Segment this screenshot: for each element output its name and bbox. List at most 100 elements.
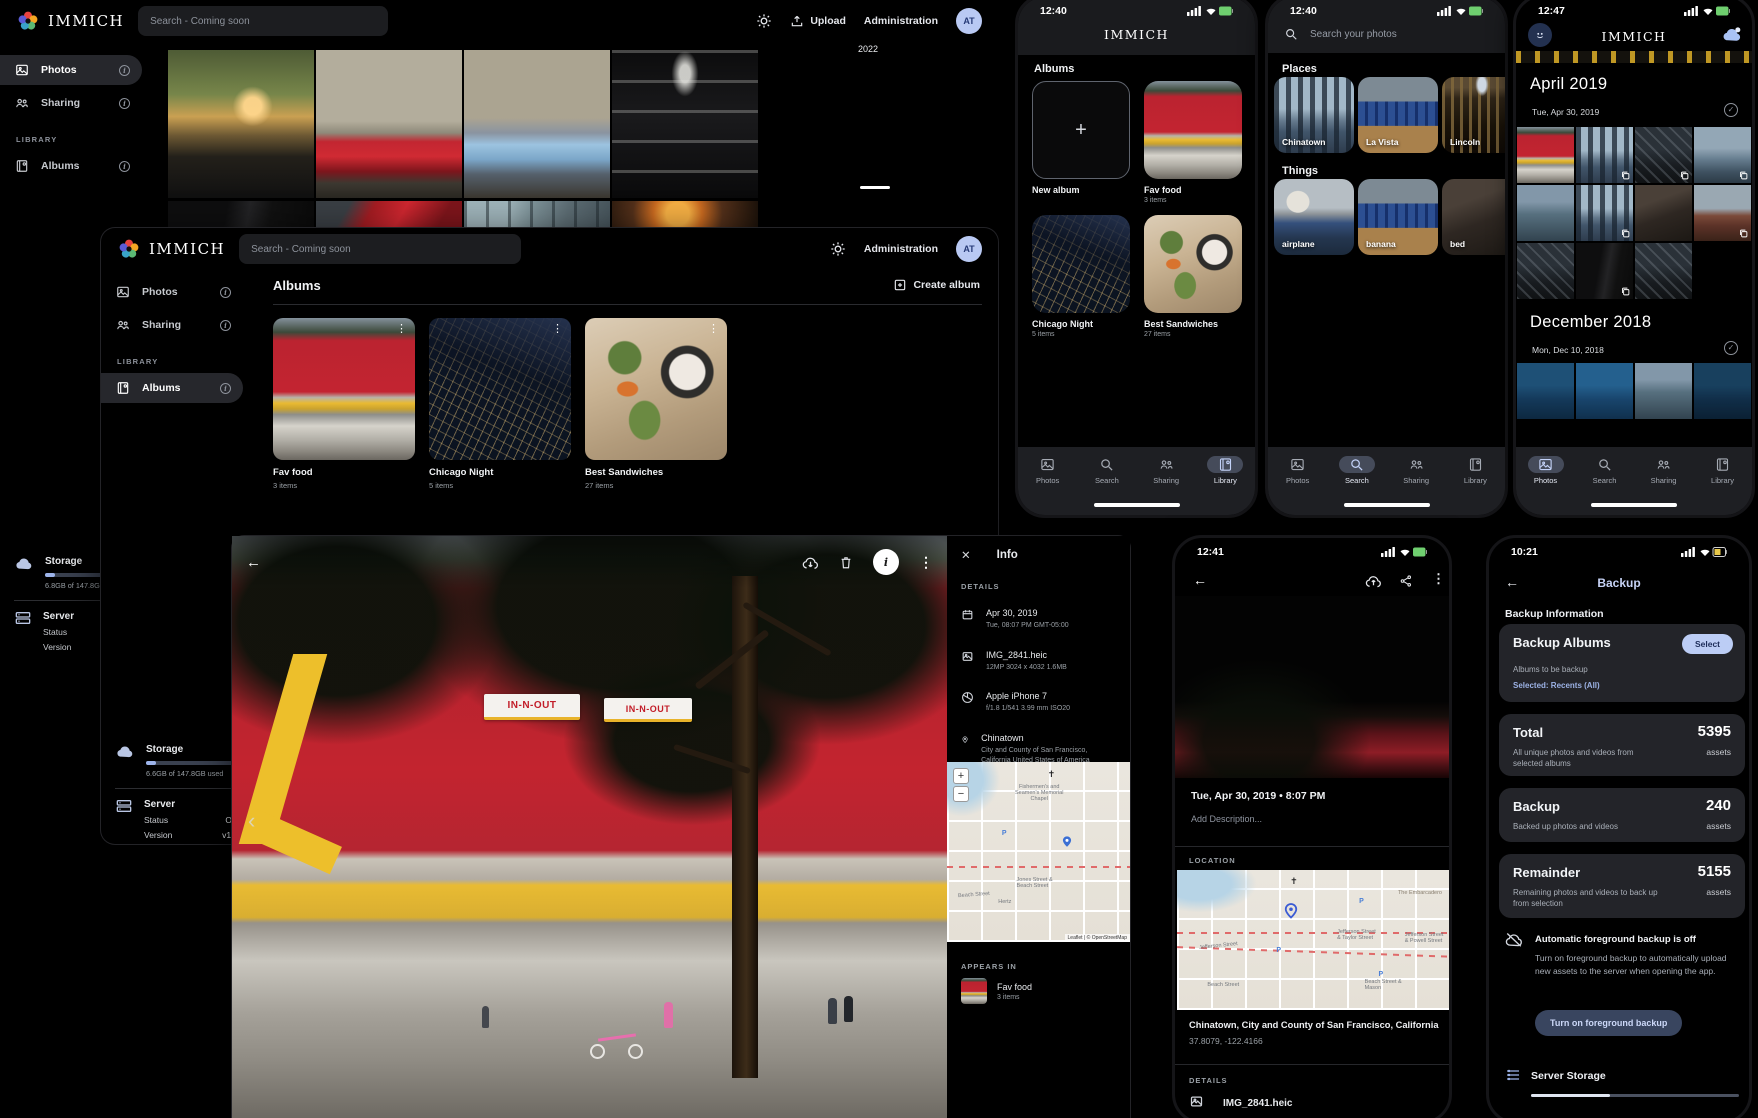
search-input[interactable]: Search - Coming soon — [239, 234, 521, 264]
wordmark: IMMICH — [1018, 27, 1255, 42]
photo-thumbnail[interactable] — [1694, 185, 1751, 241]
more-icon[interactable]: ⋮ — [396, 324, 407, 335]
more-icon[interactable]: ⋮ — [552, 324, 563, 335]
location-map[interactable]: ✝ The Embarcadero Jefferson Street Jeffe… — [1177, 870, 1452, 1010]
album-name: Best Sandwiches — [585, 467, 727, 478]
place-card[interactable]: Lincoln — [1442, 77, 1508, 153]
photo-strip[interactable] — [1516, 51, 1755, 63]
info-icon[interactable]: i — [119, 65, 130, 76]
photo-thumbnail[interactable] — [1635, 243, 1692, 299]
info-icon[interactable]: i — [220, 383, 231, 394]
download-icon[interactable] — [802, 555, 819, 570]
photo-thumbnail[interactable] — [612, 201, 758, 227]
photo-thumbnail[interactable] — [1576, 363, 1633, 419]
more-icon[interactable]: ⋮ — [708, 324, 719, 335]
place-card[interactable]: Chinatown — [1274, 77, 1354, 153]
back-button[interactable]: ← — [1193, 572, 1207, 588]
create-album-button[interactable]: Create album — [893, 278, 980, 292]
photo-thumbnail[interactable] — [1517, 185, 1574, 241]
administration-link[interactable]: Administration — [864, 243, 938, 255]
innout-sign: IN-N-OUT — [484, 694, 580, 720]
nav-photos[interactable]: Photos — [1519, 456, 1573, 515]
upload-button[interactable]: Upload — [790, 14, 846, 28]
avatar[interactable]: AT — [956, 236, 982, 262]
photo-thumbnail[interactable] — [1694, 363, 1751, 419]
timeline-scrubber[interactable] — [860, 186, 890, 189]
select-button[interactable]: Select — [1682, 634, 1733, 654]
nav-library[interactable]: Library — [1198, 456, 1252, 515]
sidebar-item-sharing[interactable]: Sharing i — [101, 310, 243, 340]
thing-card[interactable]: airplane — [1274, 179, 1354, 255]
photo-thumbnail[interactable] — [168, 50, 314, 198]
back-button[interactable]: ← — [246, 554, 261, 571]
photo-thumbnail[interactable] — [1635, 363, 1692, 419]
sidebar-item-albums[interactable]: Albums i — [0, 151, 142, 181]
library-icon — [1207, 456, 1243, 473]
photo-thumbnail[interactable] — [1635, 185, 1692, 241]
delete-icon[interactable] — [839, 555, 853, 570]
photo-thumbnail[interactable] — [1576, 243, 1633, 299]
info-icon[interactable]: i — [119, 98, 130, 109]
immich-logo[interactable]: IMMICH — [16, 9, 124, 33]
album-card[interactable] — [1144, 215, 1242, 313]
info-icon[interactable]: i — [220, 320, 231, 331]
more-icon[interactable]: ⋮ — [919, 554, 933, 571]
close-icon[interactable]: ✕ — [961, 548, 971, 562]
sidebar-item-albums[interactable]: Albums i — [101, 373, 243, 403]
photo-thumbnail[interactable] — [464, 201, 610, 227]
administration-link[interactable]: Administration — [864, 15, 938, 27]
info-icon[interactable]: i — [220, 287, 231, 298]
avatar[interactable]: AT — [956, 8, 982, 34]
map-zoom-out-button[interactable]: − — [953, 786, 969, 802]
new-album-button[interactable]: + — [1032, 81, 1130, 179]
photo-thumbnail[interactable] — [316, 50, 462, 198]
nav-photos[interactable]: Photos — [1021, 456, 1075, 515]
nav-library[interactable]: Library — [1696, 456, 1750, 515]
photo-detail-image[interactable] — [1175, 596, 1452, 778]
description-input[interactable]: Add Description... — [1191, 814, 1262, 824]
sidebar-item-photos[interactable]: Photos i — [101, 277, 243, 307]
photo-thumbnail[interactable] — [1576, 185, 1633, 241]
info-button-active[interactable]: i — [873, 549, 899, 575]
share-icon[interactable] — [1399, 574, 1413, 588]
thing-card[interactable]: bed — [1442, 179, 1508, 255]
map-zoom-in-button[interactable]: + — [953, 768, 969, 784]
upload-cloud-icon[interactable] — [1365, 574, 1382, 588]
location-map[interactable]: + − ✝ Fishermen's and Seamen's Memorial … — [947, 762, 1130, 942]
select-all-check-icon[interactable]: ✓ — [1724, 103, 1738, 117]
photo-thumbnail[interactable] — [1635, 127, 1692, 183]
theme-toggle-sun-icon[interactable] — [830, 241, 846, 257]
place-card[interactable]: La Vista — [1358, 77, 1438, 153]
nav-photos[interactable]: Photos — [1271, 456, 1325, 515]
photo-thumbnail[interactable] — [612, 50, 758, 198]
more-icon[interactable]: ⋮ — [1432, 571, 1445, 587]
sidebar-item-sharing[interactable]: Sharing i — [0, 88, 142, 118]
photo-thumbnail[interactable] — [1694, 127, 1751, 183]
appears-in-album[interactable]: Fav food 3 items — [947, 972, 1046, 1010]
turn-on-foreground-backup-button[interactable]: Turn on foreground backup — [1535, 1010, 1682, 1036]
photo-thumbnail[interactable] — [1517, 127, 1574, 183]
search-icon — [1587, 456, 1623, 473]
album-card[interactable]: ⋮ Fav food 3 items — [273, 318, 415, 490]
sidebar-item-photos[interactable]: Photos i — [0, 55, 142, 85]
photo-thumbnail[interactable] — [464, 50, 610, 198]
previous-photo-chevron[interactable]: ‹ — [248, 808, 255, 834]
photo-thumbnail[interactable] — [168, 201, 314, 227]
photo-thumbnail[interactable] — [316, 201, 462, 227]
thing-card[interactable]: banana — [1358, 179, 1438, 255]
photo-thumbnail[interactable] — [1576, 127, 1633, 183]
theme-toggle-sun-icon[interactable] — [756, 13, 772, 29]
album-card[interactable] — [1032, 215, 1130, 313]
immich-logo[interactable]: IMMICH — [117, 237, 225, 261]
nav-library[interactable]: Library — [1448, 456, 1502, 515]
search-input[interactable]: Search your photos — [1310, 29, 1397, 40]
select-all-check-icon[interactable]: ✓ — [1724, 341, 1738, 355]
photo-thumbnail[interactable] — [1517, 363, 1574, 419]
album-card[interactable]: ⋮ Best Sandwiches 27 items — [585, 318, 727, 490]
photo-thumbnail[interactable] — [1517, 243, 1574, 299]
info-icon[interactable]: i — [119, 161, 130, 172]
album-card[interactable]: ⋮ Chicago Night 5 items — [429, 318, 571, 490]
album-card[interactable] — [1144, 81, 1242, 179]
backup-cloud-icon[interactable] — [1722, 26, 1742, 42]
search-input[interactable]: Search - Coming soon — [138, 6, 388, 36]
